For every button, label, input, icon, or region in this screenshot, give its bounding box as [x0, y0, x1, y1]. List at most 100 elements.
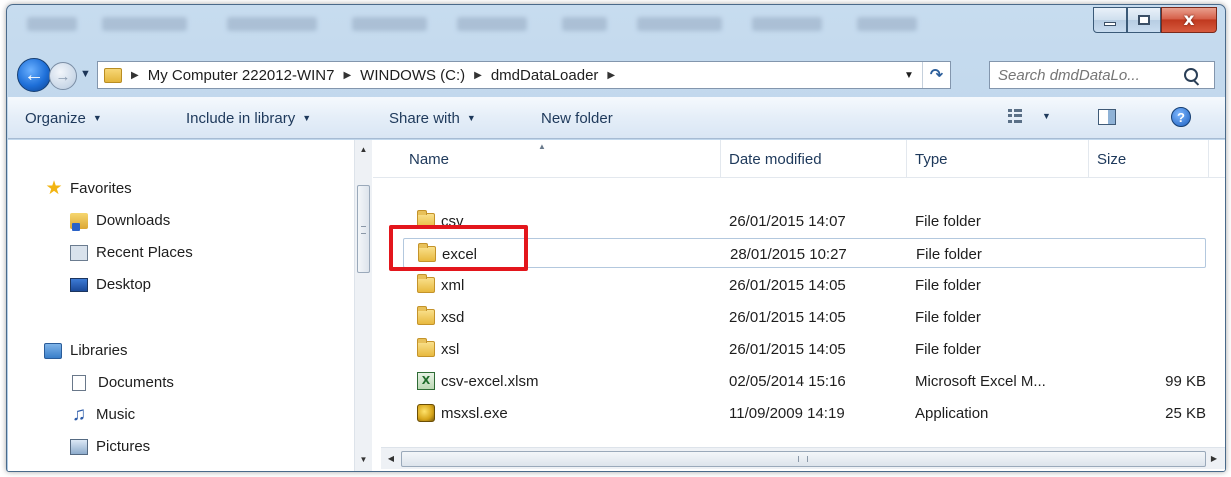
file-name: csv-excel.xlsm: [441, 372, 539, 390]
view-list-icon: [1008, 109, 1024, 123]
nav-desktop-label: Desktop: [96, 276, 152, 293]
nav-pictures[interactable]: Pictures: [70, 438, 150, 455]
change-view-button[interactable]: ▼: [1008, 109, 1051, 123]
organize-button[interactable]: Organize ▼: [25, 97, 102, 139]
include-in-library-button[interactable]: Include in library ▼: [186, 97, 311, 139]
file-name: xsl: [441, 340, 460, 358]
table-row[interactable]: xsd 26/01/2015 14:05 File folder: [403, 302, 1206, 332]
maximize-button[interactable]: [1127, 7, 1161, 33]
address-bar[interactable]: ▶ My Computer 222012-WIN7 ▶ WINDOWS (C:)…: [97, 61, 951, 89]
new-folder-button[interactable]: New folder: [541, 97, 613, 139]
help-icon[interactable]: ?: [1171, 107, 1191, 127]
file-name-cell: xml: [417, 270, 464, 300]
chevron-down-icon: ▼: [92, 113, 102, 123]
folder-icon: [417, 306, 435, 325]
file-name: msxsl.exe: [441, 404, 508, 422]
music-icon: ♫: [71, 403, 87, 425]
file-size: 99 KB: [1165, 372, 1206, 390]
folder-icon: [417, 274, 435, 293]
libraries-icon: [44, 342, 62, 359]
file-date: 26/01/2015 14:07: [729, 212, 846, 230]
scrollbar-thumb[interactable]: [401, 451, 1206, 467]
address-history-dropdown[interactable]: ▼: [896, 70, 922, 81]
scroll-left-arrow-icon[interactable]: ◀: [383, 450, 399, 468]
search-input[interactable]: [990, 66, 1180, 84]
nav-favorites-label: Favorites: [70, 180, 132, 197]
close-icon: x: [1183, 10, 1195, 30]
breadcrumb-dmddataloader[interactable]: dmdDataLoader: [491, 67, 599, 84]
file-type: File folder: [915, 308, 981, 326]
column-headers: Name ▲ Date modified Type Size: [373, 140, 1225, 178]
explorer-window: x ← → ▼ ▶ My Computer 222012-WIN7 ▶ WIND…: [6, 4, 1226, 472]
scroll-right-arrow-icon[interactable]: ▶: [1206, 450, 1222, 468]
breadcrumb-my-computer[interactable]: My Computer 222012-WIN7: [148, 67, 335, 84]
navigation-pane: ★ Favorites Downloads Recent Places Desk…: [8, 140, 372, 471]
recent-pages-dropdown[interactable]: ▼: [80, 68, 91, 80]
minimize-icon: [1104, 22, 1116, 26]
file-date: 26/01/2015 14:05: [729, 308, 846, 326]
preview-pane-icon[interactable]: [1098, 109, 1116, 125]
file-date: 26/01/2015 14:05: [729, 340, 846, 358]
nav-music[interactable]: ♫ Music: [70, 403, 136, 425]
title-bar[interactable]: x: [7, 5, 1225, 51]
minimize-button[interactable]: [1093, 7, 1127, 33]
column-header-size[interactable]: Size: [1089, 140, 1209, 178]
share-with-button[interactable]: Share with ▼: [389, 97, 476, 139]
forward-button[interactable]: →: [49, 62, 77, 90]
column-header-date-modified[interactable]: Date modified: [721, 140, 907, 178]
chevron-right-icon[interactable]: ▶: [343, 70, 351, 81]
file-type: File folder: [915, 340, 981, 358]
chevron-down-icon: ▼: [302, 113, 312, 123]
file-name-cell: xsd: [417, 302, 464, 332]
nav-libraries[interactable]: Libraries: [44, 342, 128, 359]
file-date: 11/09/2009 14:19: [729, 404, 845, 422]
scroll-down-arrow-icon[interactable]: ▼: [355, 452, 372, 468]
file-type: File folder: [915, 212, 981, 230]
file-list: Name ▲ Date modified Type Size csv 26/01…: [373, 140, 1225, 471]
nav-favorites[interactable]: ★ Favorites: [44, 179, 132, 198]
column-size-label: Size: [1097, 150, 1127, 168]
include-in-library-label: Include in library: [186, 109, 296, 127]
nav-vertical-scrollbar[interactable]: ▲ ▼: [354, 140, 372, 471]
new-folder-label: New folder: [541, 109, 613, 127]
excel-file-icon: X: [417, 372, 435, 390]
refresh-button[interactable]: ↷: [922, 62, 950, 88]
grip-icon: [361, 226, 366, 234]
search-icon[interactable]: [1184, 68, 1198, 82]
search-box[interactable]: [989, 61, 1215, 89]
chevron-right-icon[interactable]: ▶: [131, 70, 139, 81]
highlight-annotation: [389, 225, 528, 271]
file-list-horizontal-scrollbar[interactable]: ◀ ▶: [381, 447, 1225, 469]
arrow-right-icon: →: [55, 67, 71, 85]
scroll-up-arrow-icon[interactable]: ▲: [355, 142, 372, 158]
table-row[interactable]: xsl 26/01/2015 14:05 File folder: [403, 334, 1206, 364]
close-button[interactable]: x: [1161, 7, 1217, 33]
table-row[interactable]: Xcsv-excel.xlsm 02/05/2014 15:16 Microso…: [403, 366, 1206, 396]
file-name-cell: msxsl.exe: [417, 398, 508, 428]
chevron-right-icon[interactable]: ▶: [474, 70, 482, 81]
nav-downloads[interactable]: Downloads: [70, 212, 170, 231]
column-header-type[interactable]: Type: [907, 140, 1089, 178]
nav-recent-places[interactable]: Recent Places: [70, 244, 193, 261]
breadcrumb-windows-drive[interactable]: WINDOWS (C:): [360, 67, 465, 84]
nav-music-label: Music: [96, 406, 136, 423]
arrow-left-icon: ←: [24, 63, 44, 86]
table-row[interactable]: msxsl.exe 11/09/2009 14:19 Application 2…: [403, 398, 1206, 428]
downloads-folder-icon: [70, 212, 88, 231]
column-header-name[interactable]: Name: [401, 140, 721, 178]
file-date: 28/01/2015 10:27: [730, 245, 847, 263]
nav-libraries-label: Libraries: [70, 342, 128, 359]
column-date-label: Date modified: [729, 150, 822, 168]
recent-places-icon: [70, 244, 88, 261]
file-name: xsd: [441, 308, 465, 326]
column-type-label: Type: [915, 150, 948, 168]
back-button[interactable]: ←: [17, 58, 51, 92]
nav-documents-label: Documents: [98, 374, 174, 391]
nav-desktop[interactable]: Desktop: [70, 276, 151, 293]
scrollbar-thumb[interactable]: [357, 185, 370, 273]
table-row[interactable]: xml 26/01/2015 14:05 File folder: [403, 270, 1206, 300]
file-date: 26/01/2015 14:05: [729, 276, 846, 294]
chevron-right-icon[interactable]: ▶: [607, 70, 615, 81]
nav-documents[interactable]: Documents: [72, 374, 174, 391]
documents-icon: [72, 374, 86, 391]
